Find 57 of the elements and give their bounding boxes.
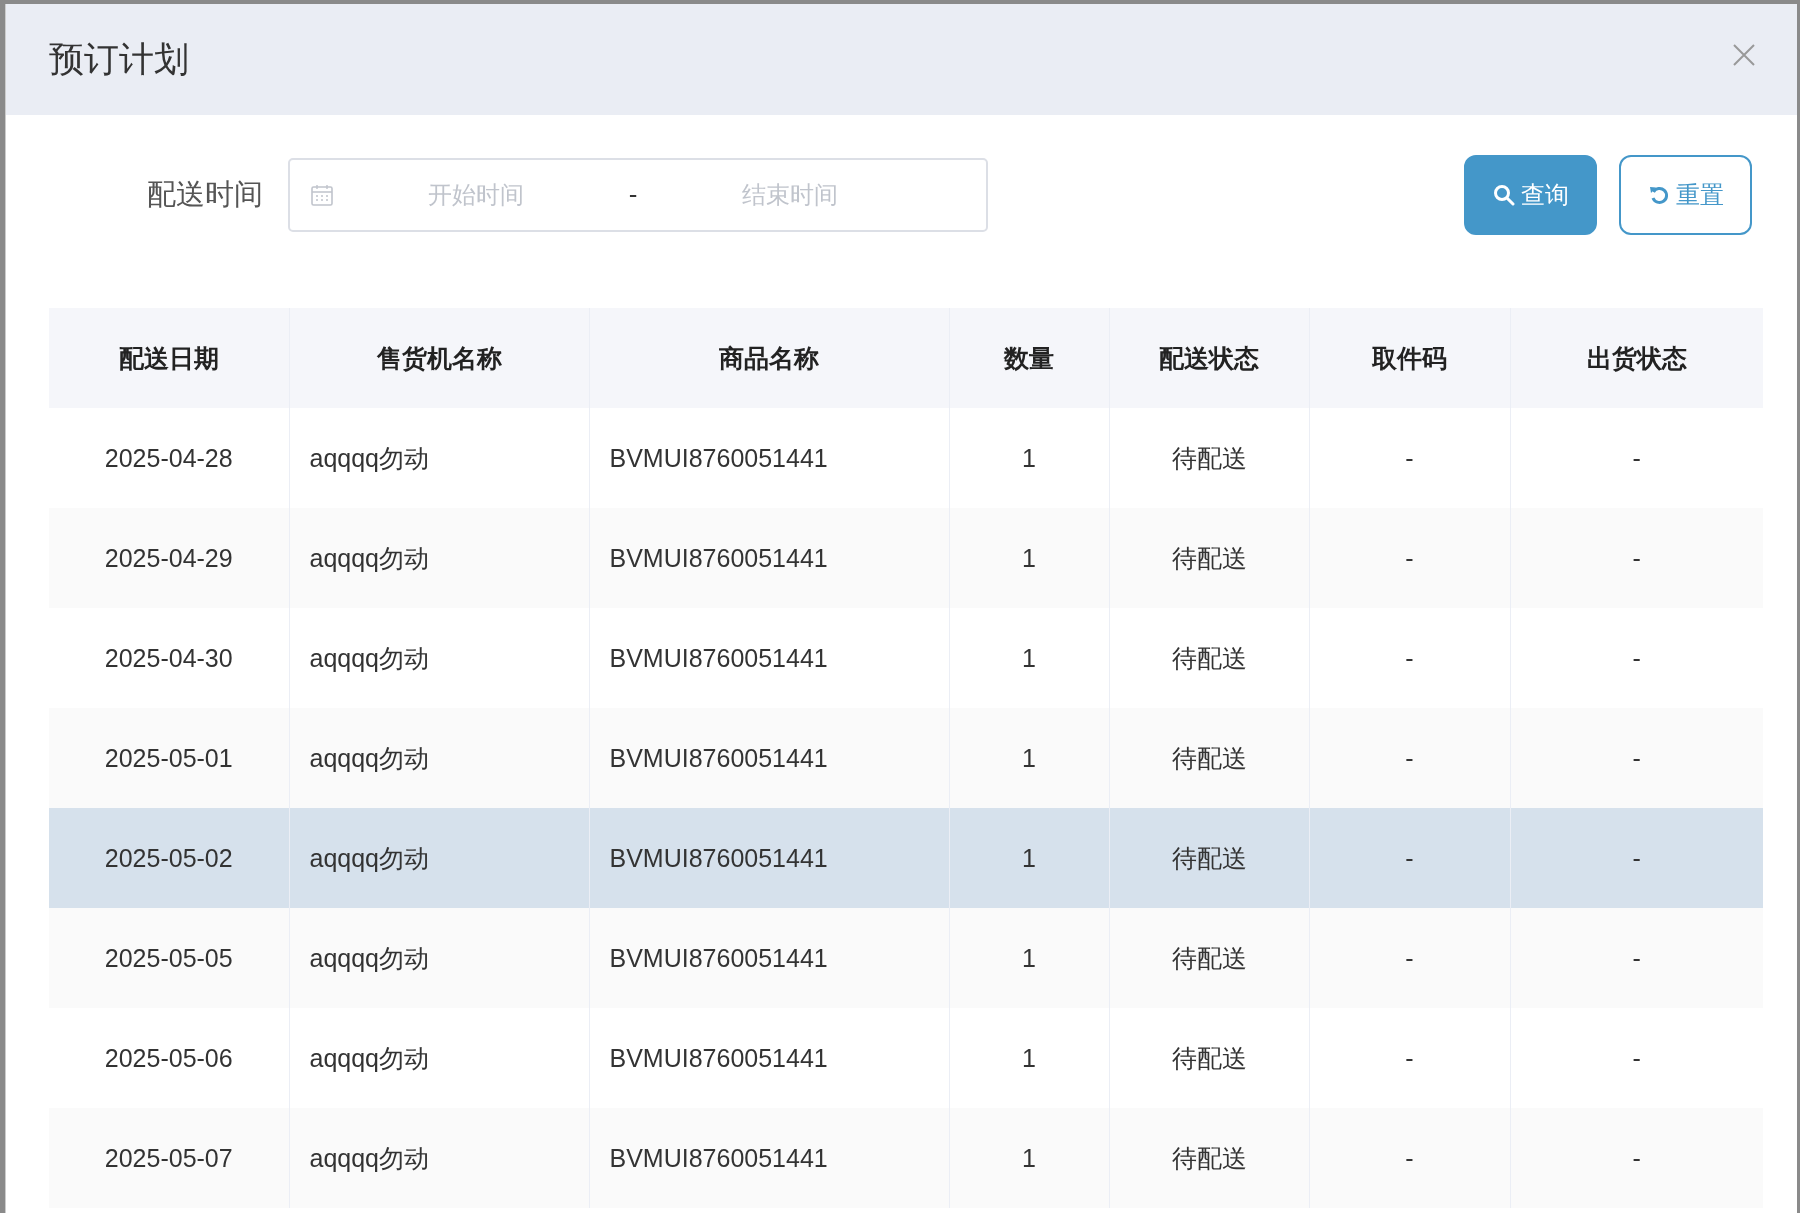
table-cell: - [1510,608,1763,708]
column-header: 商品名称 [589,308,949,408]
table-cell: - [1510,808,1763,908]
table-cell: - [1510,1108,1763,1208]
table-cell: aqqqq勿动 [289,708,589,808]
search-button[interactable]: 查询 [1464,155,1597,235]
table-cell: - [1510,1008,1763,1108]
table-cell: - [1309,908,1510,1008]
table-cell: - [1510,708,1763,808]
column-header: 配送状态 [1109,308,1309,408]
table-cell: 1 [949,808,1109,908]
table-cell: 2025-05-05 [49,908,289,1008]
field-label: 配送时间 [146,176,264,213]
table-cell: - [1309,708,1510,808]
date-range-field[interactable]: 开始时间 - 结束时间 [288,158,988,232]
table-cell: BVMUI8760051441 [589,508,949,608]
range-separator: - [627,181,639,209]
table-cell: aqqqq勿动 [289,508,589,608]
start-time-input[interactable]: 开始时间 [334,180,618,210]
table-cell: 待配送 [1109,808,1309,908]
column-header: 数量 [949,308,1109,408]
table-cell: 2025-05-02 [49,808,289,908]
table-cell: - [1309,808,1510,908]
table-cell: 待配送 [1109,708,1309,808]
table-cell: - [1309,508,1510,608]
table-cell: 待配送 [1109,1108,1309,1208]
column-header: 出货状态 [1510,308,1763,408]
reset-icon [1647,184,1670,206]
table-cell: aqqqq勿动 [289,808,589,908]
table-cell: aqqqq勿动 [289,908,589,1008]
table-cell: - [1510,408,1763,508]
table-cell: 待配送 [1109,908,1309,1008]
table-cell: - [1510,508,1763,608]
table-cell: BVMUI8760051441 [589,808,949,908]
dialog-title: 预订计划 [49,38,189,81]
table-cell: 1 [949,908,1109,1008]
table-cell: 2025-05-07 [49,1108,289,1208]
search-icon [1492,184,1515,206]
table-cell: 1 [949,708,1109,808]
reset-button[interactable]: 重置 [1619,155,1752,235]
calendar-icon [310,183,334,207]
table-cell: 2025-05-01 [49,708,289,808]
close-icon[interactable] [1733,43,1755,66]
table-cell: aqqqq勿动 [289,1108,589,1208]
table-cell: 1 [949,508,1109,608]
table-cell: BVMUI8760051441 [589,1108,949,1208]
column-header: 配送日期 [49,308,289,408]
table-cell: 1 [949,1108,1109,1208]
table-cell: BVMUI8760051441 [589,708,949,808]
table-cell: - [1309,1108,1510,1208]
column-header: 取件码 [1309,308,1510,408]
table-cell: 2025-04-29 [49,508,289,608]
table-cell: BVMUI8760051441 [589,908,949,1008]
end-time-input[interactable]: 结束时间 [648,180,932,210]
table-cell: - [1510,908,1763,1008]
column-header: 售货机名称 [289,308,589,408]
table-cell: 待配送 [1109,508,1309,608]
